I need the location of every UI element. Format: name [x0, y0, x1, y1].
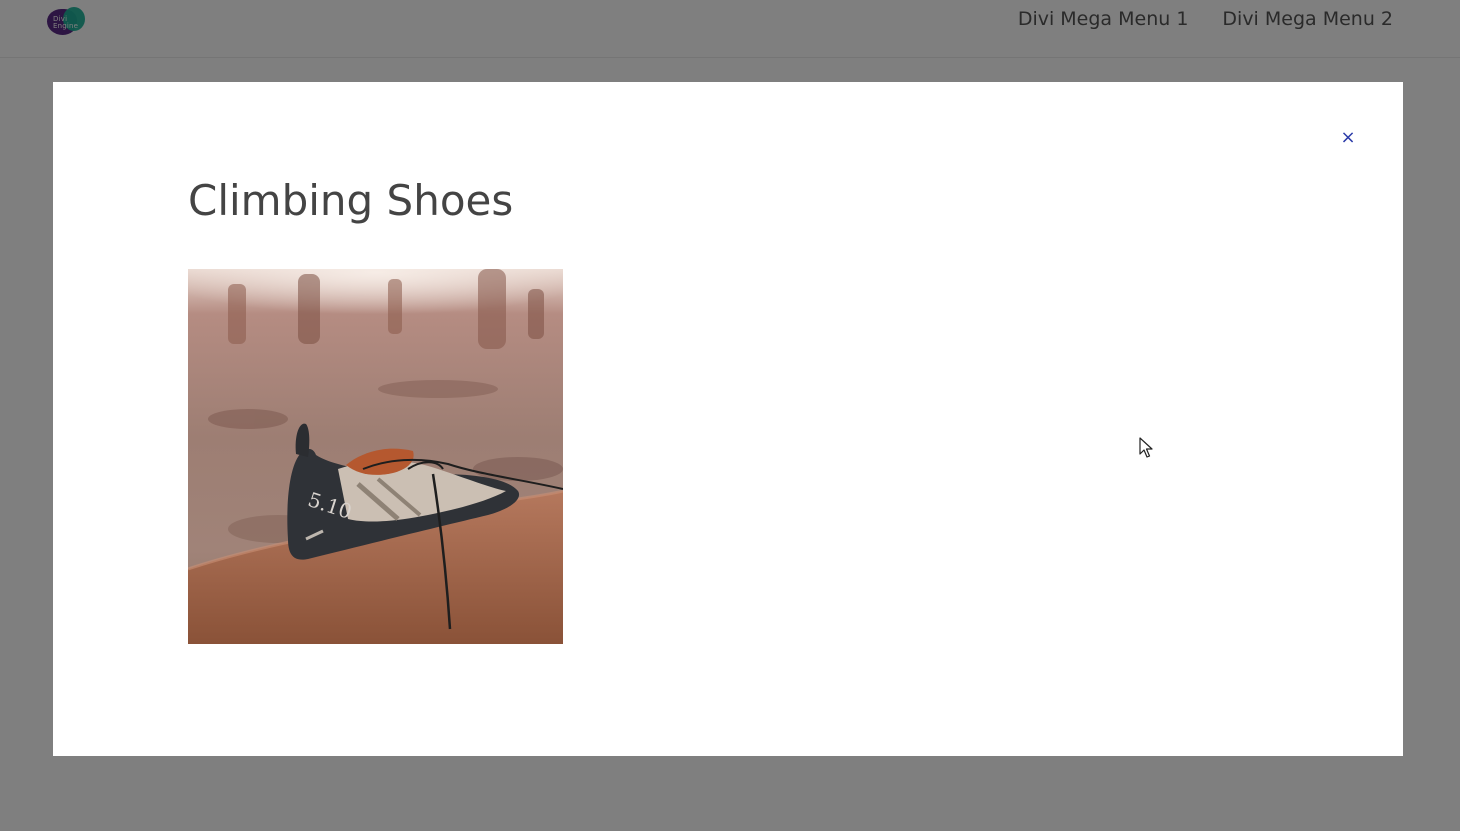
page: Divi Engine Divi Mega Menu 1 Divi Mega M…: [0, 0, 1460, 831]
modal-title: Climbing Shoes: [188, 176, 514, 225]
close-icon: ×: [1340, 127, 1356, 148]
product-modal: × Climbing Shoes 5.10: [53, 82, 1403, 756]
climbing-shoe-image: 5.10: [188, 269, 563, 644]
close-button[interactable]: ×: [1337, 126, 1359, 150]
mouse-cursor-icon: [1139, 437, 1153, 458]
